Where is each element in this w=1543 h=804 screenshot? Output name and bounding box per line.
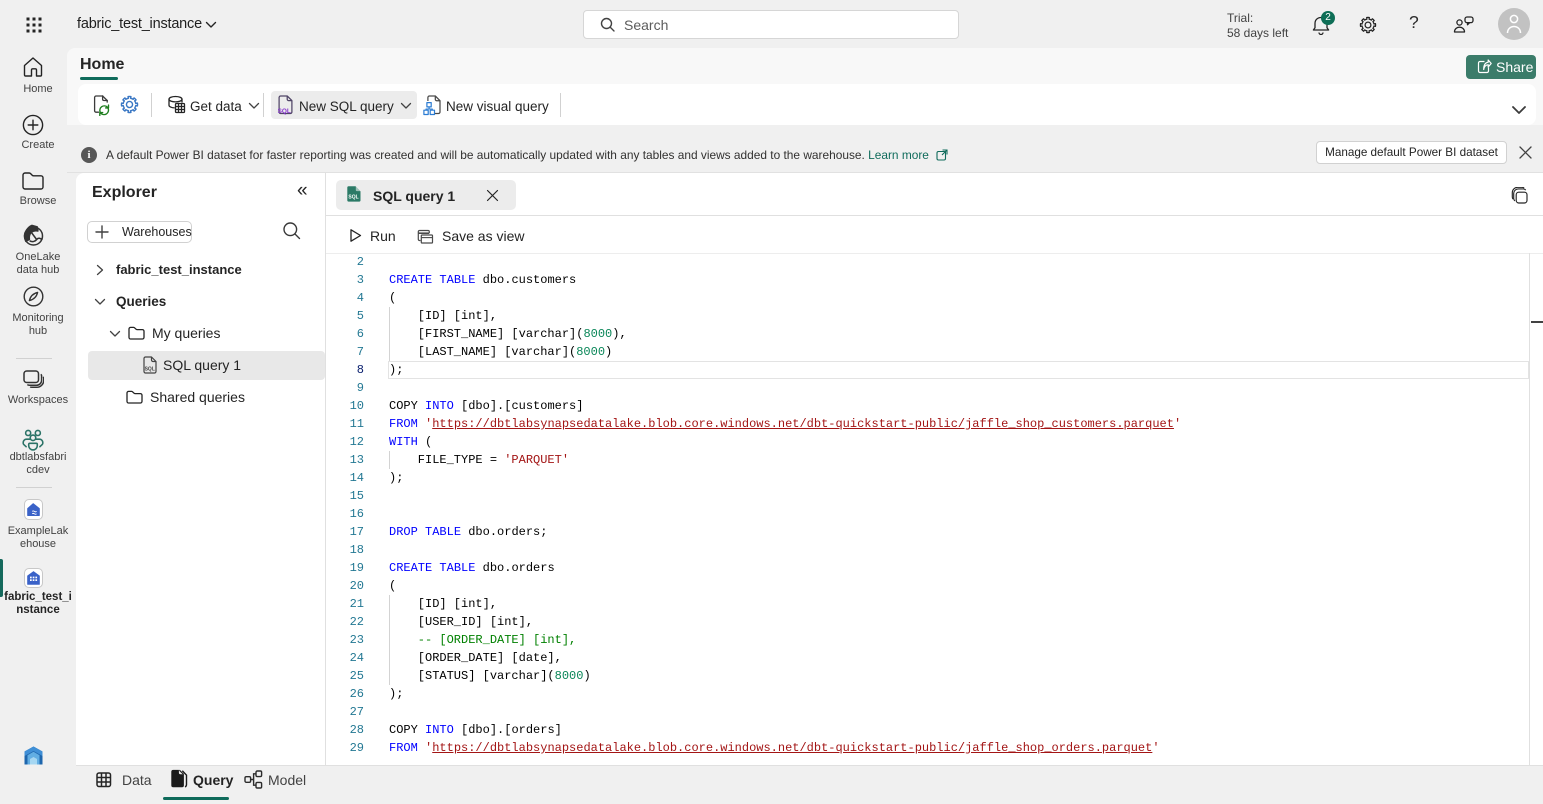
svg-text:SQL: SQL xyxy=(278,108,291,115)
svg-text:SQL: SQL xyxy=(348,195,358,201)
svg-text:SQL: SQL xyxy=(145,367,155,373)
